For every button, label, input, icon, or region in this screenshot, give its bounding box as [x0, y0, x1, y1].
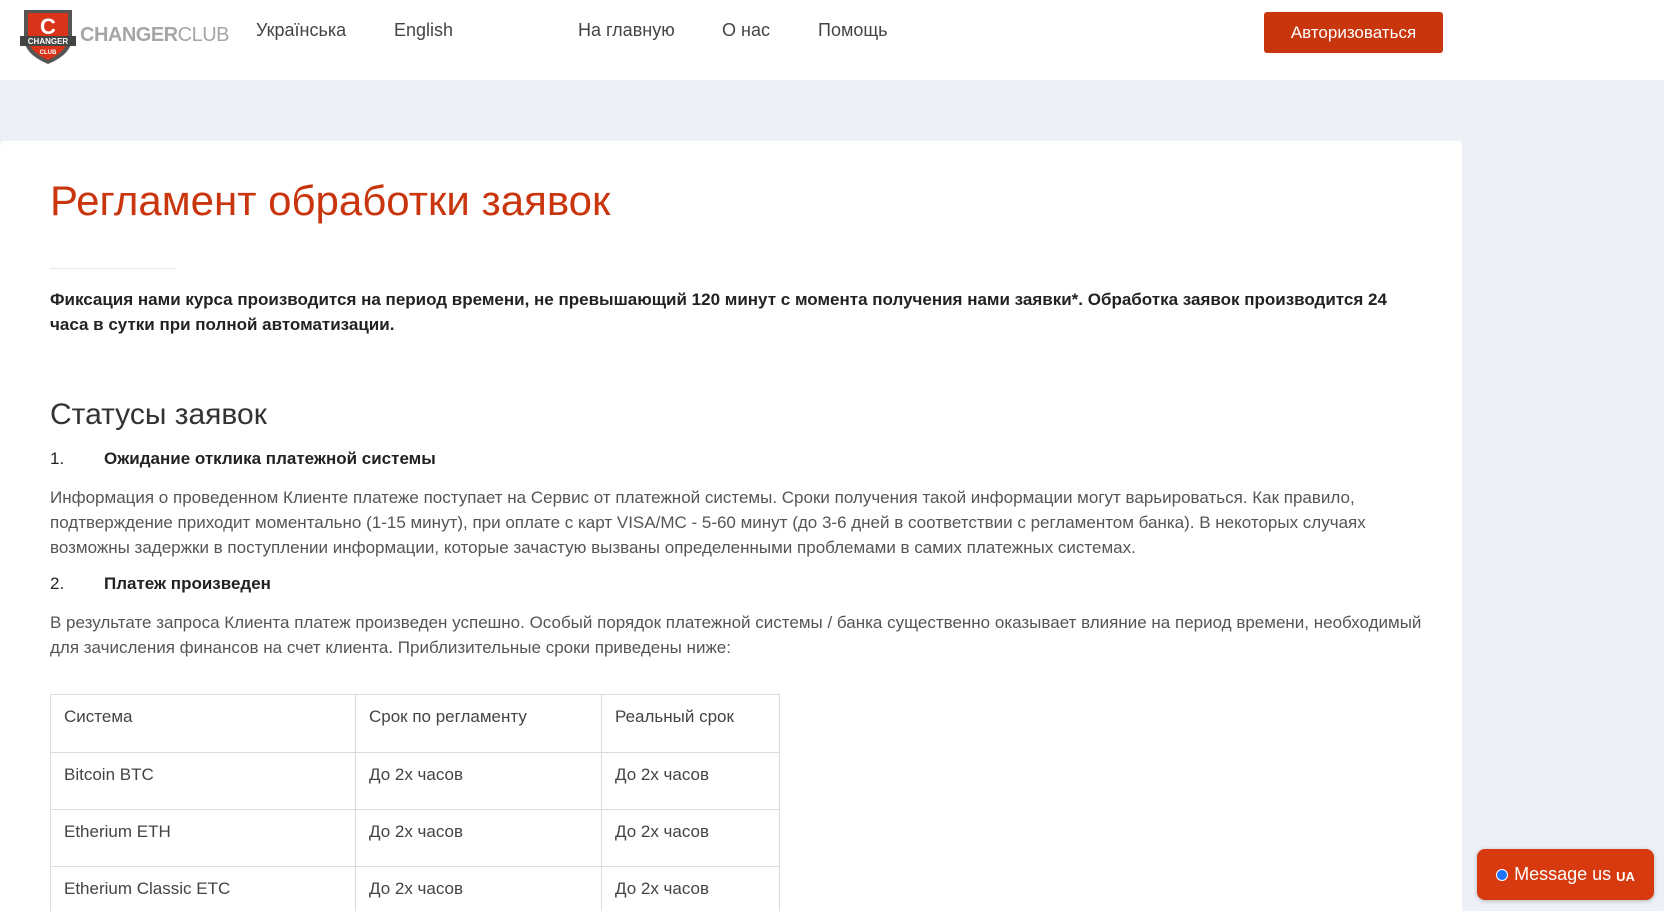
online-status-dot-icon [1496, 868, 1509, 881]
section-title: Статусы заявок [50, 398, 267, 431]
page-title: Регламент обработки заявок [50, 177, 611, 224]
svg-text:C: C [40, 14, 56, 39]
status-item: 1. Ожидание отклика платежной системы [50, 449, 436, 469]
table-row: Bitcoin BTC До 2х часов До 2х часов [50, 752, 780, 810]
table-cell: До 2х часов [601, 752, 780, 810]
table-cell: До 2х часов [355, 752, 602, 810]
svg-text:CHANGER: CHANGER [28, 37, 69, 46]
table-cell: Etherium Classic ETC [50, 866, 356, 911]
status-number: 2. [50, 574, 65, 593]
table-cell: До 2х часов [355, 809, 602, 867]
nav-link-about[interactable]: О нас [722, 20, 770, 41]
status-label: Платеж произведен [104, 574, 271, 593]
table-cell: Etherium ETH [50, 809, 356, 867]
table-cell: До 2х часов [601, 866, 780, 911]
table-row: Etherium ETH До 2х часов До 2х часов [50, 809, 780, 867]
nav-link-home[interactable]: На главную [578, 20, 675, 41]
table-cell: Bitcoin BTC [50, 752, 356, 810]
table-row: Etherium Classic ETC До 2х часов До 2х ч… [50, 866, 780, 911]
table-header-cell: Система [50, 694, 356, 753]
table-header-row: Система Срок по регламенту Реальный срок [50, 694, 780, 753]
table-header-cell: Срок по регламенту [355, 694, 602, 753]
table-header-cell: Реальный срок [601, 694, 780, 753]
nav-link-help[interactable]: Помощь [818, 20, 888, 41]
processing-times-table: Система Срок по регламенту Реальный срок… [50, 694, 780, 911]
chat-label: Message us [1514, 864, 1612, 884]
status-description: Информация о проведенном Клиенте платеже… [50, 488, 1366, 557]
lead-paragraph: Фиксация нами курса производится на пери… [50, 290, 1387, 334]
svg-text:CLUB: CLUB [40, 50, 57, 56]
message-us-button[interactable]: Message us UA [1477, 849, 1654, 900]
site-logo[interactable]: C CHANGER CLUB CHANGERCLUB [20, 4, 229, 66]
table-cell: До 2х часов [601, 809, 780, 867]
lang-link-english[interactable]: English [394, 20, 453, 41]
shield-logo-icon: C CHANGER CLUB [20, 10, 76, 64]
chat-language: UA [1616, 868, 1635, 884]
site-header: C CHANGER CLUB CHANGERCLUB Українська En… [0, 0, 1664, 80]
status-item: 2. Платеж произведен [50, 574, 271, 594]
table-cell: До 2х часов [355, 866, 602, 911]
lang-link-ukrainian[interactable]: Українська [256, 20, 346, 41]
content-card: Регламент обработки заявок Фиксация нами… [0, 141, 1462, 911]
login-button[interactable]: Авторизоваться [1264, 12, 1443, 53]
status-label: Ожидание отклика платежной системы [104, 449, 436, 468]
logo-wordmark: CHANGERCLUB [80, 23, 229, 46]
title-divider [50, 268, 175, 269]
status-number: 1. [50, 449, 65, 468]
status-description: В результате запроса Клиента платеж прои… [50, 613, 1422, 657]
